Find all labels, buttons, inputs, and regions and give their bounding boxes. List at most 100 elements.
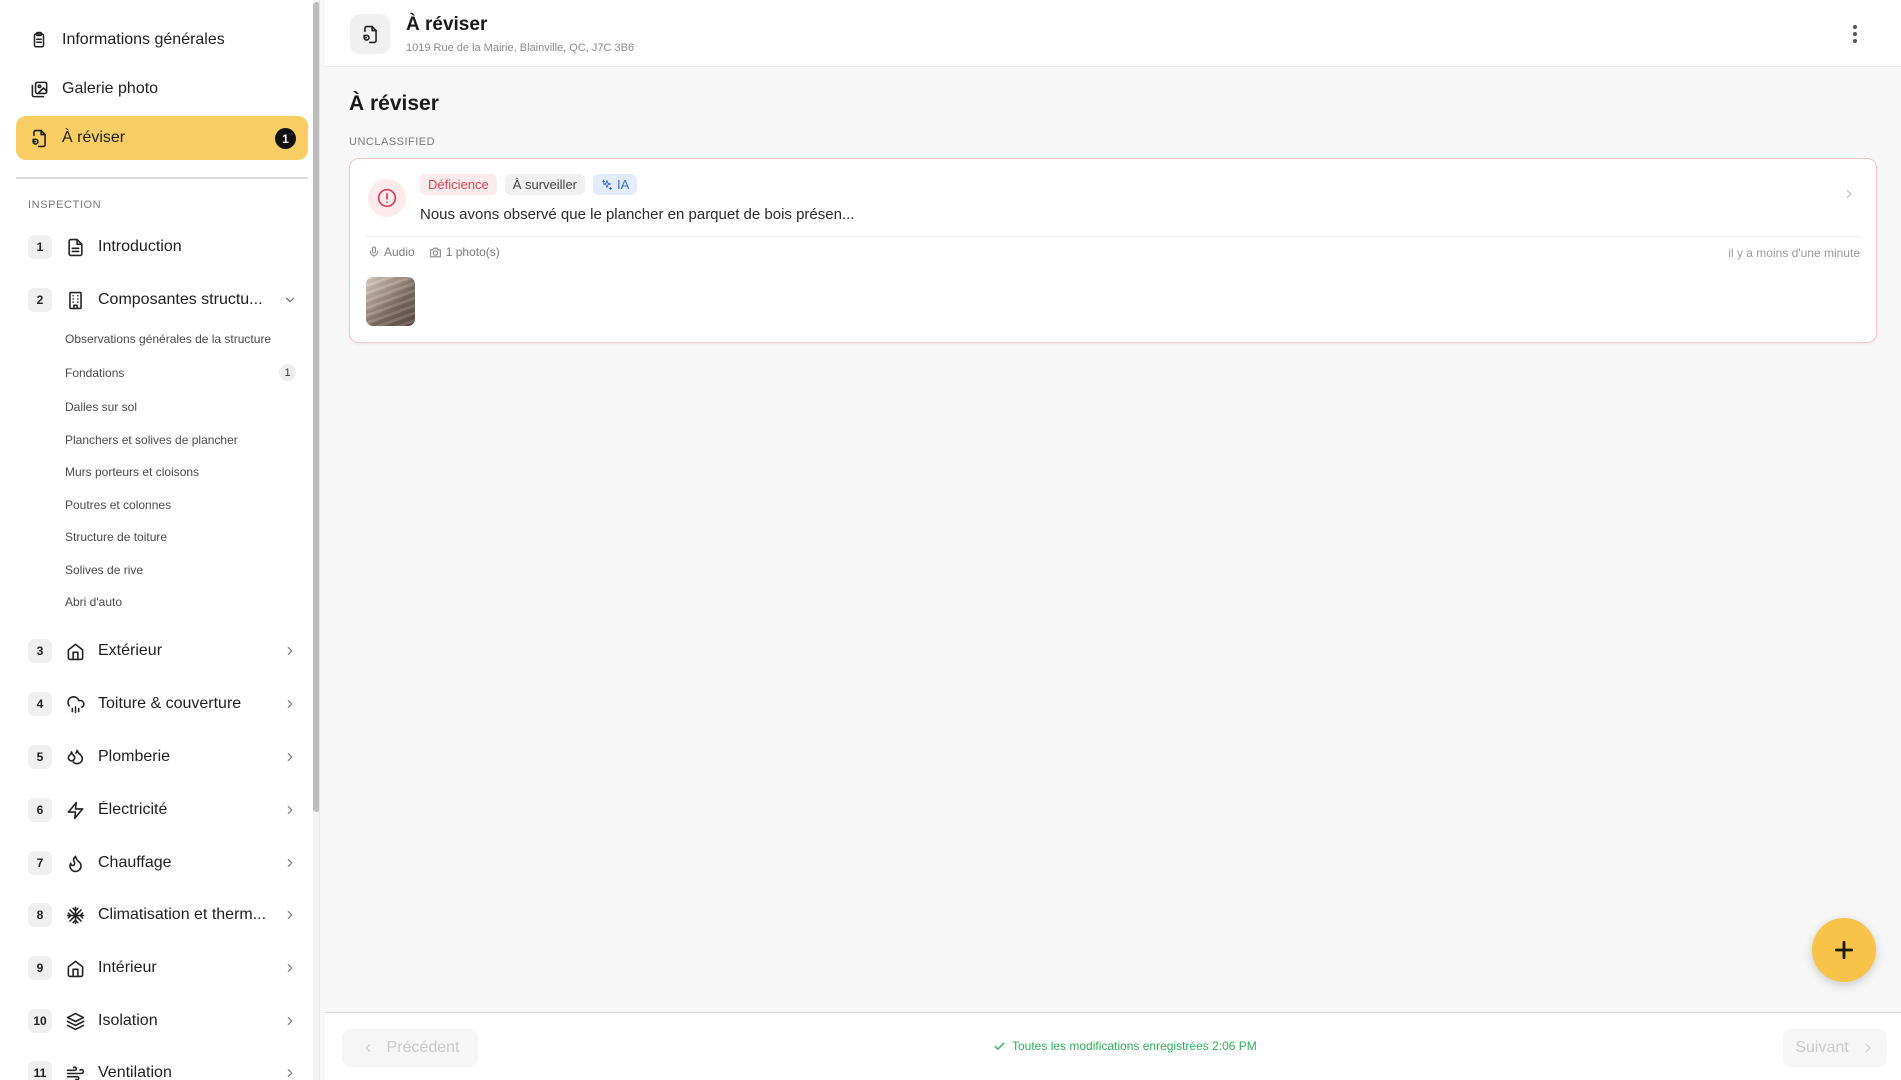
next-label: Suivant [1795, 1039, 1849, 1056]
section-electricite[interactable]: 6 Électricité [28, 792, 298, 828]
chevron-right-icon[interactable] [1842, 187, 1858, 203]
section-composantes-structurales[interactable]: 2 Composantes structu... [28, 282, 298, 318]
section-label-text: Électricité [98, 801, 168, 818]
sparkles-icon [602, 179, 612, 190]
cloud-rain-icon [64, 693, 86, 715]
clipboard-icon [28, 29, 50, 51]
sub-item-poutres[interactable]: Poutres et colonnes [65, 498, 171, 512]
chevron-left-icon [365, 1043, 370, 1053]
plus-icon [1835, 941, 1853, 959]
count-badge: 1 [279, 364, 296, 381]
section-label-text: Introduction [98, 238, 182, 255]
section-isolation[interactable]: 10 Isolation [28, 1003, 298, 1039]
chevron-down-icon[interactable] [282, 292, 298, 308]
previous-button[interactable]: Précédent [342, 1029, 478, 1067]
page-header: À réviser 1019 Rue de la Mairie, Blainvi… [325, 0, 1901, 67]
section-number: 4 [28, 692, 52, 716]
layers-icon [64, 1010, 86, 1032]
tag-list: Déficience À surveiller IA [420, 174, 638, 195]
review-icon [28, 127, 50, 149]
audio-label: Audio [384, 245, 415, 259]
section-number: 1 [28, 235, 52, 259]
sidebar-scrollbar-thumb[interactable] [313, 2, 319, 812]
sub-item-murs[interactable]: Murs porteurs et cloisons [65, 465, 199, 479]
sub-item-dalles[interactable]: Dalles sur sol [65, 400, 137, 414]
sidebar-item-galerie[interactable]: Galerie photo [16, 67, 308, 111]
section-label-text: Composantes structu... [98, 291, 263, 308]
chevron-right-icon[interactable] [282, 960, 298, 976]
document-icon [64, 236, 86, 258]
group-label: UNCLASSIFIED [349, 136, 436, 148]
header-address: 1019 Rue de la Mairie, Blainville, QC, J… [406, 42, 635, 54]
section-label-text: Plomberie [98, 748, 171, 765]
alert-circle-icon [368, 179, 406, 217]
observation-card[interactable]: Déficience À surveiller IA Nous avons ob… [349, 158, 1877, 343]
section-number: 11 [28, 1061, 52, 1080]
chevron-right-icon[interactable] [282, 907, 298, 923]
sidebar-item-label: Informations générales [62, 31, 225, 48]
sidebar-item-a-reviser[interactable]: À réviser 1 [16, 116, 308, 160]
count-badge: 1 [275, 128, 296, 149]
gallery-icon [28, 78, 50, 100]
flame-icon [64, 852, 86, 874]
house-icon [64, 640, 86, 662]
section-number: 6 [28, 798, 52, 822]
zap-icon [64, 799, 86, 821]
chevron-right-icon[interactable] [282, 855, 298, 871]
section-interieur[interactable]: 9 Intérieur [28, 950, 298, 986]
sub-item-abri-auto[interactable]: Abri d'auto [65, 595, 122, 609]
more-options-icon[interactable] [1847, 22, 1863, 46]
tag-ai-label: IA [617, 177, 630, 192]
section-label-text: Chauffage [98, 854, 172, 871]
chevron-right-icon[interactable] [282, 1065, 298, 1080]
section-number: 2 [28, 288, 52, 312]
divider [366, 236, 1860, 237]
section-plomberie[interactable]: 5 Plomberie [28, 739, 298, 775]
photos-meta: 1 photo(s) [429, 245, 500, 259]
sub-item-solives-rive[interactable]: Solives de rive [65, 563, 143, 577]
chevron-right-icon [1865, 1043, 1871, 1053]
section-toiture[interactable]: 4 Toiture & couverture [28, 686, 298, 722]
section-number: 8 [28, 903, 52, 927]
chevron-right-icon[interactable] [282, 1013, 298, 1029]
section-number: 10 [28, 1009, 52, 1033]
chevron-right-icon[interactable] [282, 696, 298, 712]
section-label: INSPECTION [28, 199, 102, 211]
chevron-right-icon[interactable] [282, 643, 298, 659]
section-chauffage[interactable]: 7 Chauffage [28, 845, 298, 881]
divider [16, 177, 308, 179]
card-meta: Audio 1 photo(s) [368, 245, 500, 259]
page-footer: Précédent Toutes les modifications enreg… [325, 1012, 1901, 1080]
section-exterieur[interactable]: 3 Extérieur [28, 633, 298, 669]
section-label-text: Isolation [98, 1012, 158, 1029]
add-observation-button[interactable] [1812, 918, 1876, 982]
section-label-text: Intérieur [98, 959, 157, 976]
tag-ai: IA [593, 174, 638, 195]
wind-icon [64, 1062, 86, 1080]
sub-item-structure-toiture[interactable]: Structure de toiture [65, 530, 167, 544]
page-title: À réviser [349, 92, 439, 115]
observation-text: Nous avons observé que le plancher en pa… [420, 206, 855, 223]
check-icon [994, 1042, 1005, 1050]
sub-item-planchers[interactable]: Planchers et solives de plancher [65, 433, 238, 447]
sub-item-observations[interactable]: Observations générales de la structure [65, 332, 271, 346]
header-title: À réviser [406, 14, 488, 35]
section-label-text: Climatisation et therm... [98, 906, 267, 923]
snowflake-icon [64, 904, 86, 926]
section-climatisation[interactable]: 8 Climatisation et therm... [28, 897, 298, 933]
section-introduction[interactable]: 1 Introduction [28, 229, 298, 265]
sidebar: Informations générales Galerie photo À r… [0, 0, 320, 1080]
sidebar-item-informations[interactable]: Informations générales [16, 18, 308, 62]
sub-item-fondations[interactable]: Fondations [65, 366, 124, 380]
droplets-icon [64, 746, 86, 768]
sidebar-item-label: À réviser [62, 129, 126, 146]
chevron-right-icon[interactable] [282, 802, 298, 818]
house-icon [64, 957, 86, 979]
next-button[interactable]: Suivant [1783, 1029, 1887, 1067]
section-label-text: Ventilation [98, 1064, 172, 1080]
section-ventilation[interactable]: 11 Ventilation [28, 1055, 298, 1080]
section-number: 7 [28, 851, 52, 875]
chevron-right-icon[interactable] [282, 749, 298, 765]
mic-icon [370, 246, 378, 258]
photo-thumbnail[interactable] [366, 277, 415, 326]
